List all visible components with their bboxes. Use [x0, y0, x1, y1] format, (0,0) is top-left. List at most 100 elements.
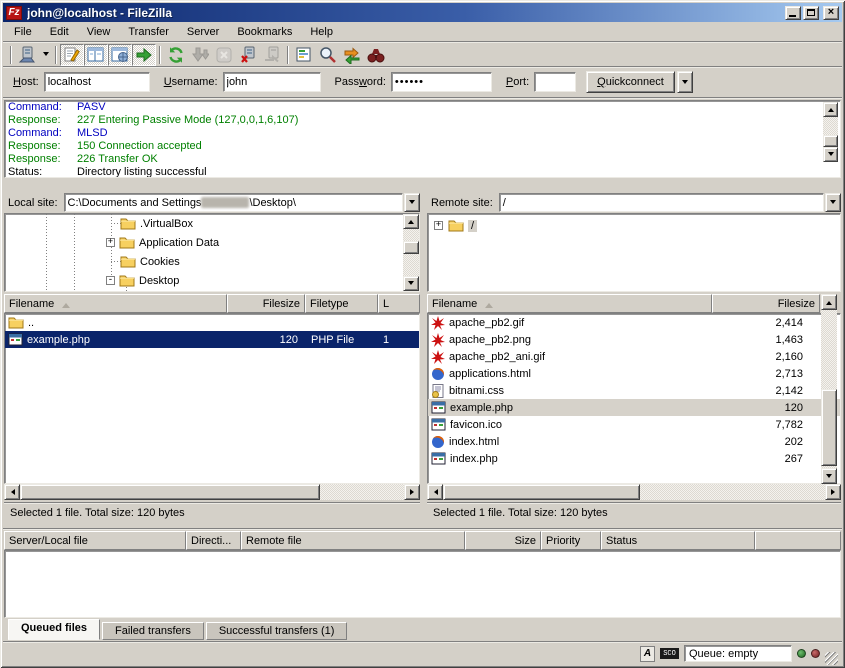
toggle-remote-tree-button[interactable] [108, 44, 132, 66]
tab-successful-transfers[interactable]: Successful transfers (1) [206, 622, 348, 640]
file-row-selected[interactable]: example.php 120 [428, 399, 840, 416]
site-manager-dropdown[interactable] [39, 44, 52, 66]
scroll-down-button[interactable] [403, 276, 419, 291]
refresh-button[interactable] [164, 44, 188, 66]
column-header-filename[interactable]: Filename [4, 294, 227, 313]
local-path-combo[interactable]: C:\Documents and Settings\Desktop\ [64, 193, 403, 212]
quickconnect-button[interactable]: Quickconnect [586, 71, 675, 93]
column-header-filesize[interactable]: Filesize [227, 294, 305, 313]
remote-list-scrollbar[interactable] [821, 294, 837, 484]
file-row[interactable]: favicon.ico 7,782 [428, 416, 840, 433]
tree-item-virtualbox[interactable]: .VirtualBox [120, 214, 193, 233]
local-path-dropdown[interactable] [404, 193, 420, 212]
file-row[interactable]: applications.html 2,713 [428, 365, 840, 382]
cancel-operation-button[interactable] [212, 44, 236, 66]
expand-icon[interactable]: + [434, 221, 443, 230]
file-row[interactable]: apache_pb2_ani.gif 2,160 [428, 348, 840, 365]
queue-status: Queue: empty [684, 645, 792, 662]
quickconnect-dropdown[interactable] [677, 71, 693, 93]
menu-transfer[interactable]: Transfer [119, 24, 178, 40]
scroll-track[interactable] [320, 484, 404, 500]
column-header-direction[interactable]: Directi... [186, 531, 241, 550]
column-header-filename[interactable]: Filename [427, 294, 712, 313]
maximize-button[interactable] [803, 6, 819, 20]
tree-item-desktop[interactable]: - Desktop [106, 271, 179, 290]
tree-item-cookies[interactable]: Cookies [120, 252, 180, 271]
toggle-transfer-queue-button[interactable] [132, 44, 156, 66]
find-files-button[interactable] [364, 44, 388, 66]
file-row-example-php[interactable]: example.php 120 PHP File 1 [5, 331, 419, 348]
toggle-local-tree-button[interactable] [84, 44, 108, 66]
file-row[interactable]: index.html 202 [428, 433, 840, 450]
tree-item-application-data[interactable]: + Application Data [106, 233, 219, 252]
scroll-up-button[interactable] [403, 214, 419, 229]
scroll-left-button[interactable] [427, 484, 443, 500]
menu-server[interactable]: Server [178, 24, 228, 40]
local-tree-panel: .VirtualBox + Application Data Cookies -… [4, 213, 420, 292]
file-row[interactable]: apache_pb2.png 1,463 [428, 331, 840, 348]
local-hscrollbar[interactable] [4, 484, 420, 500]
menu-file[interactable]: File [5, 24, 41, 40]
local-tree-scrollbar[interactable] [403, 214, 419, 291]
column-header-server-local-file[interactable]: Server/Local file [4, 531, 186, 550]
column-header-filesize[interactable]: Filesize [712, 294, 820, 313]
expand-icon[interactable]: + [106, 238, 115, 247]
column-header-priority[interactable]: Priority [541, 531, 601, 550]
column-header-last-modified[interactable]: L [378, 294, 420, 313]
toggle-message-log-button[interactable] [60, 44, 84, 66]
menu-view[interactable]: View [78, 24, 120, 40]
username-input[interactable] [223, 72, 321, 92]
remote-path-combo[interactable]: / [499, 193, 824, 212]
log-scrollbar[interactable] [823, 102, 838, 177]
close-button[interactable]: × [823, 6, 839, 20]
tree-item-root[interactable]: + / [434, 216, 477, 235]
scroll-right-button[interactable] [825, 484, 841, 500]
menu-edit[interactable]: Edit [41, 24, 78, 40]
process-queue-button[interactable] [188, 44, 212, 66]
menu-help[interactable]: Help [301, 24, 342, 40]
scroll-thumb[interactable] [443, 484, 640, 500]
site-manager-button[interactable] [15, 44, 39, 66]
scroll-up-button[interactable] [821, 294, 837, 310]
scroll-right-button[interactable] [404, 484, 420, 500]
message-log-icon [63, 46, 81, 64]
column-header-filetype[interactable]: Filetype [305, 294, 378, 313]
scroll-thumb[interactable] [823, 135, 838, 147]
scroll-thumb[interactable] [20, 484, 320, 500]
scroll-thumb[interactable] [403, 241, 419, 254]
tab-failed-transfers[interactable]: Failed transfers [102, 622, 204, 640]
queue-splitter[interactable] [3, 524, 842, 529]
file-row-parent-dir[interactable]: .. [5, 314, 419, 331]
log-row: Response:227 Entering Passive Mode (127,… [5, 114, 840, 127]
dropdown-arrow-icon [682, 80, 688, 87]
menu-bookmarks[interactable]: Bookmarks [228, 24, 301, 40]
remote-file-list: apache_pb2.gif 2,414 apache_pb2.png 1,46… [427, 313, 841, 484]
collapse-icon[interactable]: - [106, 276, 115, 285]
disconnect-button[interactable] [236, 44, 260, 66]
column-header-size[interactable]: Size [465, 531, 541, 550]
scroll-down-button[interactable] [823, 147, 838, 162]
remote-hscrollbar[interactable] [427, 484, 841, 500]
minimize-button[interactable] [785, 6, 801, 20]
remote-path-dropdown[interactable] [825, 193, 841, 212]
file-row[interactable]: bitnami.css 2,142 [428, 382, 840, 399]
tab-queued-files[interactable]: Queued files [8, 619, 100, 640]
host-input[interactable] [44, 72, 150, 92]
file-row[interactable]: apache_pb2.gif 2,414 [428, 314, 840, 331]
file-row[interactable]: index.php 267 [428, 450, 840, 467]
reconnect-button[interactable] [260, 44, 284, 66]
synchronized-browsing-button[interactable] [340, 44, 364, 66]
resize-grip[interactable] [825, 652, 838, 665]
scroll-thumb[interactable] [821, 389, 837, 466]
column-header-status[interactable]: Status [601, 531, 755, 550]
scroll-up-button[interactable] [823, 102, 838, 117]
image-file-icon [431, 316, 445, 330]
directory-filters-button[interactable] [292, 44, 316, 66]
password-input[interactable] [391, 72, 492, 92]
scroll-track[interactable] [640, 484, 825, 500]
directory-comparison-button[interactable] [316, 44, 340, 66]
scroll-down-button[interactable] [821, 468, 837, 484]
port-input[interactable] [534, 72, 576, 92]
scroll-left-button[interactable] [4, 484, 20, 500]
column-header-remote-file[interactable]: Remote file [241, 531, 465, 550]
